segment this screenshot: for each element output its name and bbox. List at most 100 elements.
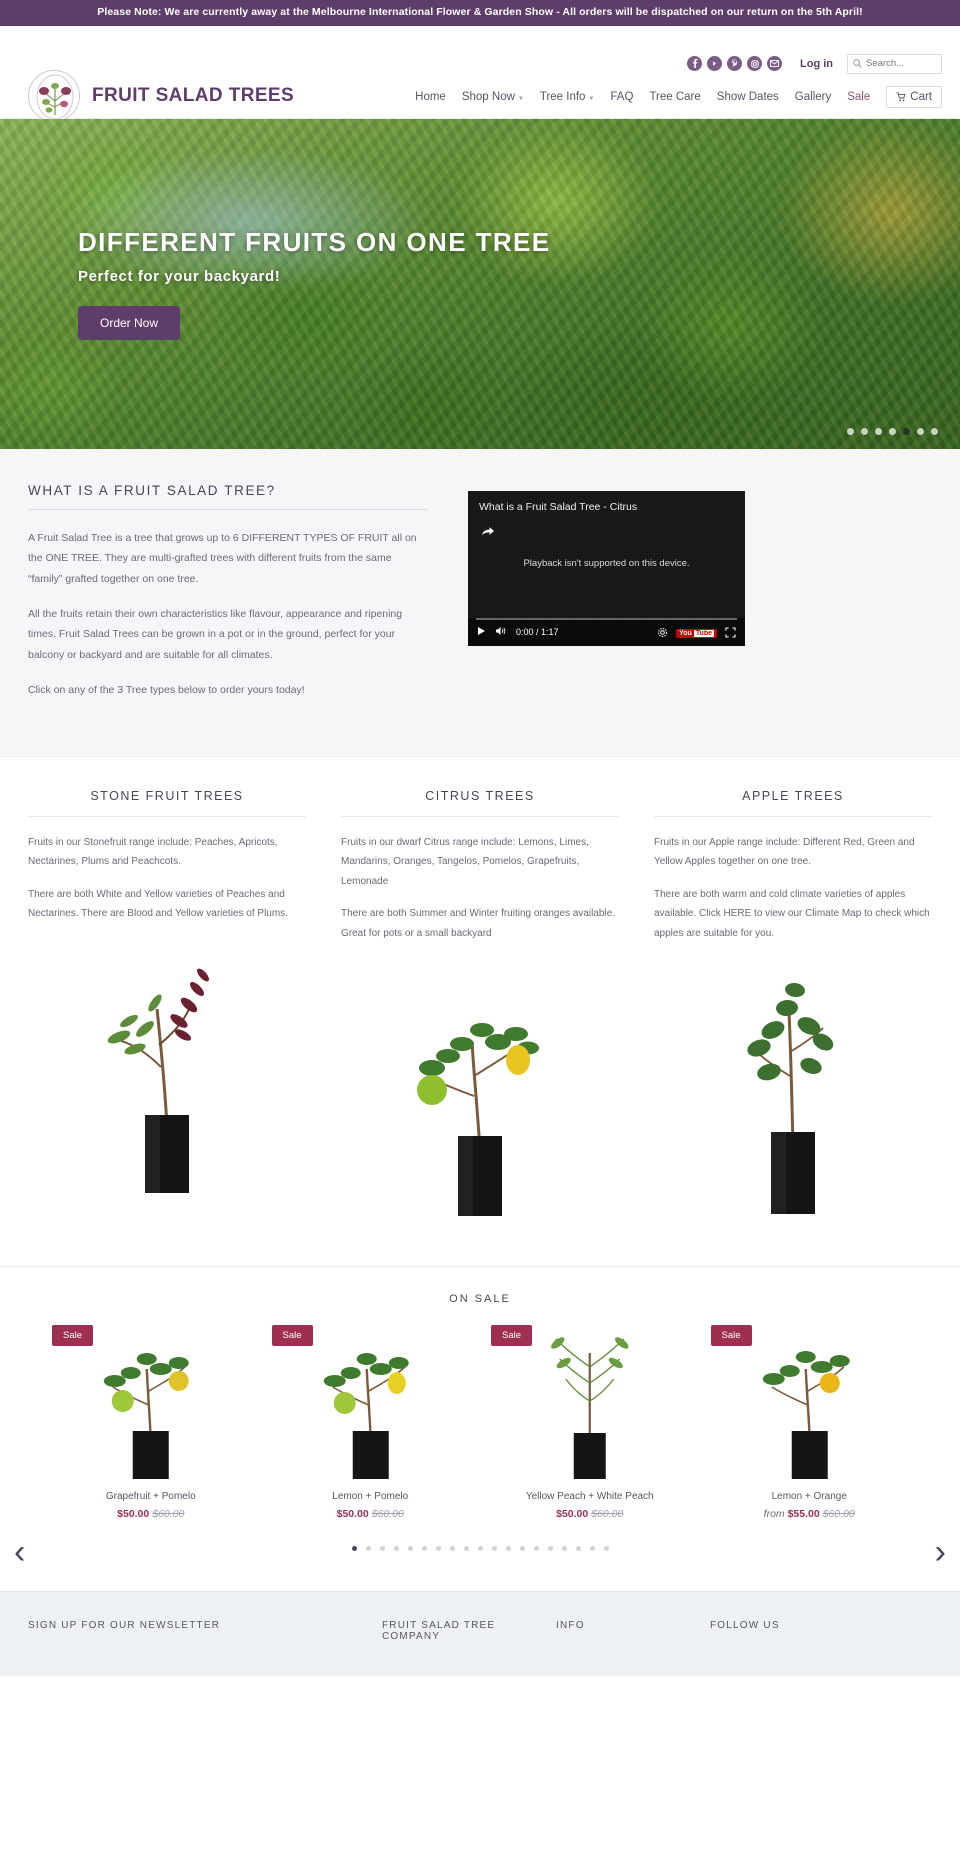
product-price-compare: $60.00 <box>591 1508 624 1521</box>
play-icon[interactable] <box>477 626 486 638</box>
tree-column-citrus[interactable]: CITRUS TREES Fruits in our dwarf Citrus … <box>341 789 619 1227</box>
product-card[interactable]: Sale Grapefruit + Pomelo $50.00 $60.00 <box>44 1321 258 1520</box>
carousel-next-arrow[interactable]: › <box>935 1535 946 1569</box>
product-name[interactable]: Yellow Peach + White Peach <box>483 1491 697 1502</box>
carousel-prev-arrow[interactable]: ‹ <box>14 1535 25 1569</box>
nav-item-tree-care[interactable]: Tree Care <box>649 91 700 103</box>
sale-dot[interactable] <box>575 1546 581 1552</box>
youtube-icon[interactable] <box>707 56 722 72</box>
header-utility-row: Log in <box>687 53 942 74</box>
tree-column-paragraph: There are both Summer and Winter fruitin… <box>341 908 616 939</box>
hero-dot-active[interactable] <box>903 427 910 435</box>
product-name[interactable]: Lemon + Orange <box>703 1491 917 1502</box>
share-icon[interactable] <box>481 524 495 542</box>
announcement-bar: Please Note: We are currently away at th… <box>0 0 960 26</box>
tree-column-paragraph: There are both warm and cold climate var… <box>654 888 930 939</box>
sale-dot[interactable] <box>421 1546 427 1552</box>
sale-dot[interactable] <box>365 1546 371 1552</box>
sale-dot-active[interactable] <box>351 1546 357 1552</box>
chevron-down-icon: ▼ <box>588 95 595 102</box>
product-name[interactable]: Lemon + Pomelo <box>264 1491 478 1502</box>
youtube-logo-icon[interactable]: You Tube <box>676 629 717 639</box>
nav-item-tree-info[interactable]: Tree Info ▼ <box>540 91 595 103</box>
hero-dot[interactable] <box>889 427 896 435</box>
sale-dot[interactable] <box>505 1546 511 1552</box>
pinterest-icon[interactable] <box>727 56 742 72</box>
stone-fruit-tree-photo[interactable] <box>28 936 306 1207</box>
facebook-icon[interactable] <box>687 56 702 72</box>
youtube-video-player[interactable]: What is a Fruit Salad Tree - Citrus Play… <box>468 490 745 646</box>
product-card[interactable]: Sale Yellow Peach + White Peach $50.00 $… <box>483 1321 697 1520</box>
footer-newsletter-heading: SIGN UP FOR OUR NEWSLETTER <box>28 1620 221 1632</box>
tree-column-paragraph: Fruits in our Apple range include: Diffe… <box>654 836 915 868</box>
nav-item-show-dates[interactable]: Show Dates <box>717 91 779 103</box>
sale-dot[interactable] <box>519 1546 525 1552</box>
video-control-bar[interactable]: 0:00 / 1:17 You Tube <box>468 617 745 646</box>
hero-subtitle: Perfect for your backyard! <box>78 267 281 285</box>
hero-carousel-dots[interactable] <box>847 427 938 435</box>
settings-gear-icon[interactable] <box>657 625 668 643</box>
sale-carousel-dots[interactable] <box>0 1546 960 1552</box>
what-is-paragraph-3: Click on any of the 3 Tree types below t… <box>28 684 305 697</box>
product-price-current: $50.00 <box>117 1508 150 1521</box>
nav-item-gallery[interactable]: Gallery <box>795 91 831 103</box>
sale-dot[interactable] <box>477 1546 483 1552</box>
sale-dot[interactable] <box>603 1546 609 1552</box>
video-left-controls: 0:00 / 1:17 <box>477 626 559 638</box>
video-progress-bar[interactable] <box>476 617 737 620</box>
sale-badge: Sale <box>491 1325 533 1347</box>
hero-dot[interactable] <box>875 427 882 435</box>
login-link[interactable]: Log in <box>800 58 833 70</box>
tree-column-apple[interactable]: APPLE TREES Fruits in our Apple range in… <box>654 789 932 1227</box>
social-links <box>687 56 782 72</box>
brand-name: FRUIT SALAD TREES <box>92 84 295 106</box>
nav-item-faq[interactable]: FAQ <box>610 91 633 103</box>
sale-dot[interactable] <box>547 1546 553 1552</box>
email-icon[interactable] <box>767 56 782 72</box>
sale-dot[interactable] <box>379 1546 385 1552</box>
product-price-current: $50.00 <box>556 1508 589 1521</box>
on-sale-product-row: Sale Grapefruit + Pomelo $50.00 $60.00 S… <box>0 1321 960 1520</box>
sale-dot[interactable] <box>393 1546 399 1552</box>
hero-dot[interactable] <box>861 427 868 435</box>
product-name[interactable]: Grapefruit + Pomelo <box>44 1491 258 1502</box>
nav-item-sale[interactable]: Sale <box>847 91 870 103</box>
product-price-compare: $60.00 <box>371 1508 404 1521</box>
sale-dot[interactable] <box>533 1546 539 1552</box>
sale-dot[interactable] <box>435 1546 441 1552</box>
sale-dot[interactable] <box>491 1546 497 1552</box>
sale-dot[interactable] <box>589 1546 595 1552</box>
apple-tree-photo[interactable] <box>654 956 932 1227</box>
youtube-logo-you: You <box>679 630 692 638</box>
instagram-icon[interactable] <box>747 56 762 72</box>
search-input[interactable] <box>866 58 936 70</box>
footer-company-heading: FRUIT SALAD TREE COMPANY <box>382 1620 496 1643</box>
product-price: $50.00 $60.00 <box>264 1508 478 1520</box>
product-price: $50.00 $60.00 <box>483 1508 697 1520</box>
hero-dot[interactable] <box>917 427 924 435</box>
what-is-text-block: WHAT IS A FRUIT SALAD TREE? A Fruit Sala… <box>28 483 428 716</box>
hero-dot[interactable] <box>847 427 854 435</box>
sale-dot[interactable] <box>407 1546 413 1552</box>
nav-item-shop-now[interactable]: Shop Now ▼ <box>462 91 524 103</box>
hero-dot[interactable] <box>931 427 938 435</box>
cart-button[interactable]: Cart <box>886 85 942 108</box>
sale-dot[interactable] <box>561 1546 567 1552</box>
product-price: $50.00 $60.00 <box>44 1508 258 1520</box>
product-price-prefix: from <box>763 1508 785 1521</box>
product-card[interactable]: Sale Lemon + Orange from $55.00 $60.00 <box>702 1321 917 1521</box>
tree-types-section: STONE FRUIT TREES Fruits in our Stonefru… <box>0 755 960 1267</box>
video-message: Playback isn't supported on this device. <box>523 557 690 569</box>
sale-dot[interactable] <box>463 1546 469 1552</box>
order-now-button[interactable]: Order Now <box>78 305 181 340</box>
sale-dot[interactable] <box>449 1546 455 1552</box>
video-right-controls: You Tube <box>657 625 736 643</box>
nav-item-home[interactable]: Home <box>415 91 446 103</box>
tree-column-stone-fruit[interactable]: STONE FRUIT TREES Fruits in our Stonefru… <box>28 789 306 1227</box>
brand-logo-block[interactable]: FRUIT SALAD TREES <box>28 69 295 122</box>
citrus-tree-photo[interactable] <box>341 956 619 1227</box>
volume-icon[interactable] <box>495 626 507 638</box>
search-box[interactable] <box>847 53 942 74</box>
fullscreen-icon[interactable] <box>725 625 736 643</box>
product-card[interactable]: Sale Lemon + Pomelo $50.00 $60.00 <box>263 1321 478 1520</box>
